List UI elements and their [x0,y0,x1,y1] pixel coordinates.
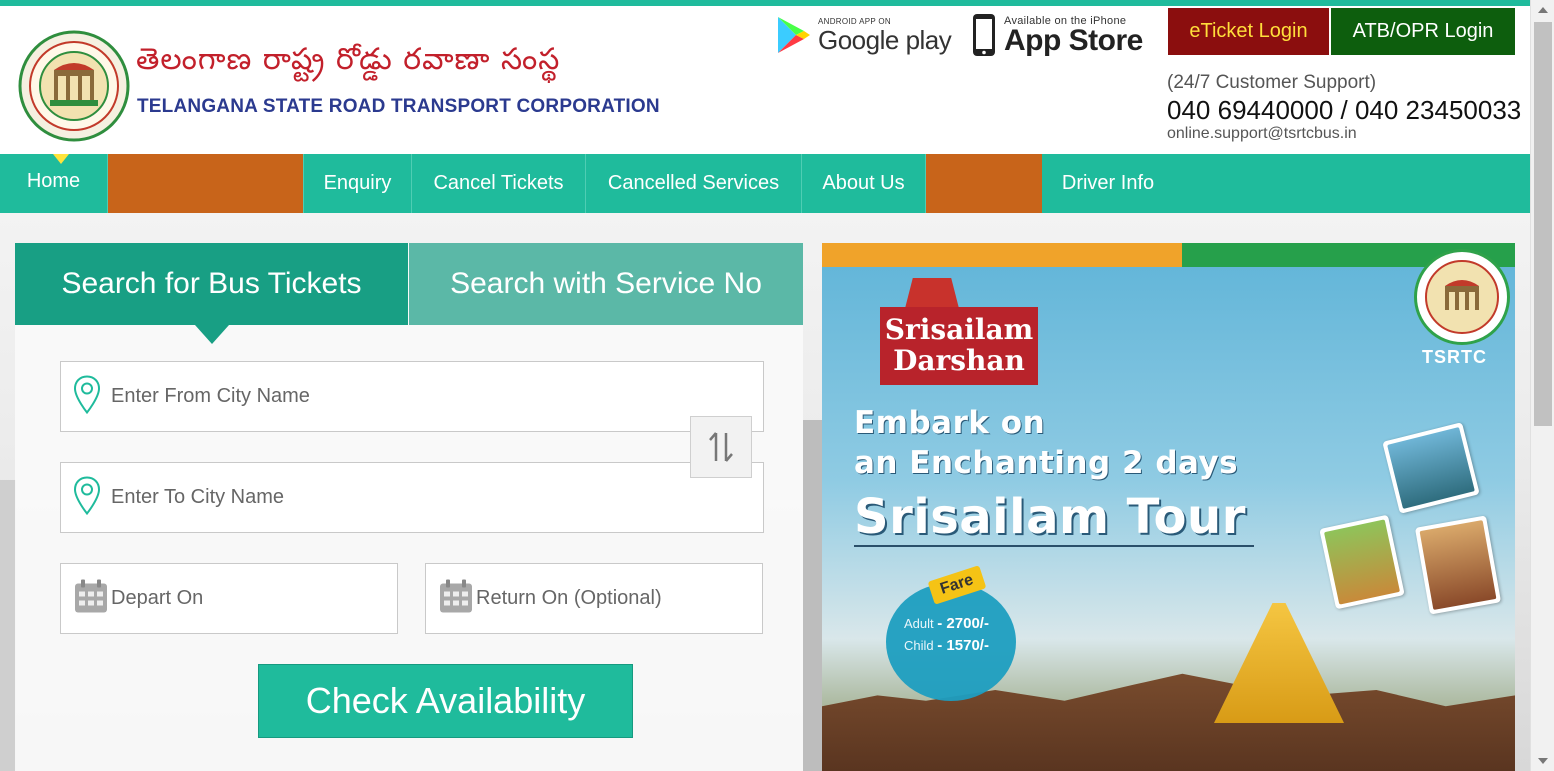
return-on-input[interactable] [476,564,752,633]
nav-enquiry[interactable]: Enquiry [303,154,412,213]
banner-headline-3: Srisailam Tour [854,489,1246,545]
nav-cancel-tickets[interactable]: Cancel Tickets [412,154,586,213]
banner-golden-gopuram [1214,603,1344,723]
app-store-big-text: App Store [1004,24,1143,57]
calendar-icon [73,578,109,619]
background-building-left [0,480,16,771]
banner-photo-ropeway [1319,514,1405,610]
nav-about-us[interactable]: About Us [802,154,926,213]
iphone-icon [973,14,995,56]
scrollbar-thumb[interactable] [1534,22,1552,426]
app-store-badge[interactable]: Available on the iPhone App Store [972,10,1143,60]
return-on-field[interactable] [425,563,763,634]
active-tab-indicator [195,325,229,344]
srisailam-tour-banner[interactable]: Srisailam Darshan Embark on an Enchantin… [822,243,1515,771]
depart-on-input[interactable] [111,564,387,633]
vertical-scrollbar[interactable] [1530,0,1554,771]
top-accent-bar [0,0,1530,6]
customer-support-label: (24/7 Customer Support) [1167,72,1377,93]
from-city-input[interactable] [111,362,753,431]
google-play-icon [778,17,810,53]
tab-search-service-no[interactable]: Search with Service No [409,243,803,325]
fare-child-value: - 1570/- [937,637,989,654]
swap-cities-button[interactable] [690,416,752,478]
nav-active-indicator [53,154,69,164]
customer-support-phone: 040 69440000 / 040 23450033 [1167,95,1522,125]
fare-child-label: Child [904,638,934,653]
nav-driver-info[interactable]: Driver Info [1042,154,1174,213]
customer-support-email[interactable]: online.support@tsrtcbus.in [1167,125,1357,143]
calendar-icon [438,578,474,619]
nav-blank-orange-2[interactable] [926,154,1042,213]
banner-tsrtc-logo [1414,249,1510,345]
location-pin-icon [73,374,101,419]
fare-adult: Adult - 2700/- [904,615,989,632]
fare-adult-label: Adult [904,616,934,631]
banner-brand: TSRTC [1422,347,1487,367]
background-building-middle [803,420,823,771]
main-nav: Home Enquiry Cancel Tickets Cancelled Se… [0,154,1530,213]
location-pin-icon [73,475,101,520]
tab-search-bus-tickets[interactable]: Search for Bus Tickets [15,243,408,325]
tsrtc-emblem-logo[interactable] [18,30,130,142]
banner-underline [854,545,1254,547]
swap-arrows-icon [709,432,733,462]
banner-headline-2: an Enchanting 2 days [854,445,1239,481]
fare-adult-value: - 2700/- [937,615,989,632]
english-title: TELANGANA STATE ROAD TRANSPORT CORPORATI… [137,96,660,117]
page: తెలంగాణ రాష్ట్ర రోడ్డు రవాణా సంస్థ TELAN… [0,0,1554,771]
to-city-input[interactable] [111,463,753,532]
eticket-login-button[interactable]: eTicket Login [1168,8,1329,55]
banner-title: Srisailam Darshan [880,307,1038,385]
banner-photo-boating [1382,422,1480,514]
google-play-big-text: Google play [818,24,952,55]
atb-opr-login-button[interactable]: ATB/OPR Login [1331,8,1515,55]
depart-on-field[interactable] [60,563,398,634]
check-availability-button[interactable]: Check Availability [258,664,633,738]
google-play-badge[interactable]: ANDROID APP ON Google play [776,10,952,60]
banner-photo-temple [1414,515,1502,615]
nav-cancelled-services[interactable]: Cancelled Services [586,154,802,213]
scroll-down-arrow-icon[interactable] [1531,751,1554,771]
banner-headline-1: Embark on [854,405,1046,441]
from-city-field[interactable] [60,361,764,432]
nav-blank-orange-1[interactable] [108,154,303,213]
telugu-title: తెలంగాణ రాష్ట్ర రోడ్డు రవాణా సంస్థ [136,42,561,77]
to-city-field[interactable] [60,462,764,533]
banner-top-stripe-orange [822,243,1182,267]
scroll-up-arrow-icon[interactable] [1531,0,1554,20]
fare-child: Child - 1570/- [904,637,989,654]
